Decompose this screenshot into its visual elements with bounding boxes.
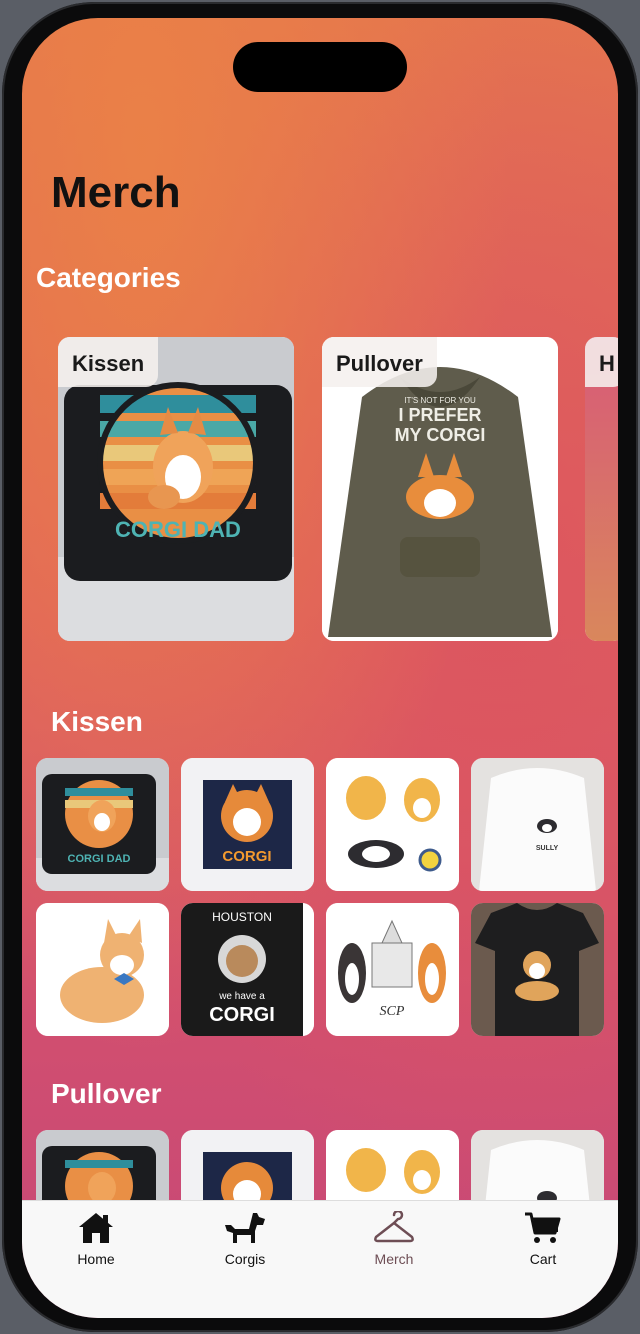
tab-cart[interactable]: Cart bbox=[483, 1211, 603, 1271]
tab-label-home: Home bbox=[77, 1251, 115, 1267]
section-title-pullover: Pullover bbox=[51, 1078, 162, 1109]
section-title-categories: Categories bbox=[36, 262, 181, 293]
hoodie-line1: IT'S NOT FOR YOU bbox=[404, 396, 476, 405]
pillow-text: CORGI DAD bbox=[115, 517, 241, 542]
tab-home[interactable]: Home bbox=[36, 1211, 156, 1271]
home-icon bbox=[79, 1213, 113, 1243]
shirt-text: SULLY bbox=[536, 845, 559, 852]
tab-label-merch: Merch bbox=[374, 1251, 414, 1267]
product-tile-shirt-black[interactable] bbox=[471, 903, 604, 1036]
tab-label-corgis: Corgis bbox=[224, 1251, 266, 1267]
pillow-thumb-text: CORGI DAD bbox=[68, 853, 131, 865]
cart-icon bbox=[525, 1212, 561, 1243]
kissen-grid: CORGI DAD CORGI SULLY HOUSTON we have a … bbox=[36, 758, 606, 1038]
scp-sticker-thumb: SCP bbox=[326, 903, 459, 1036]
black-shirt-thumb bbox=[471, 903, 604, 1036]
tab-corgis[interactable]: Corgis bbox=[185, 1211, 305, 1271]
pillow-thumb: CORGI DAD bbox=[36, 758, 169, 891]
app-screen: Merch Categories CORGI DAD Kissen IT'S N… bbox=[22, 18, 618, 1318]
pullover-grid bbox=[36, 1130, 606, 1263]
tab-label-cart: Cart bbox=[529, 1251, 557, 1267]
product-tile-stickers[interactable] bbox=[326, 758, 459, 891]
product-tile-sticker-bowtie[interactable] bbox=[36, 903, 169, 1036]
poster-thumb: CORGI bbox=[181, 758, 314, 891]
categories-carousel[interactable]: CORGI DAD Kissen IT'S NOT FOR YOU I PREF… bbox=[58, 337, 618, 641]
hanger-icon bbox=[374, 1211, 414, 1243]
houston-top-text: HOUSTON bbox=[212, 910, 272, 924]
category-label-kissen: Kissen bbox=[58, 337, 159, 387]
product-tile-poster[interactable]: CORGI bbox=[181, 758, 314, 891]
houston-mid-text: we have a bbox=[218, 991, 265, 1002]
category-card-pullover[interactable]: IT'S NOT FOR YOU I PREFER MY CORGI Pullo… bbox=[322, 337, 558, 641]
page-title: Merch bbox=[51, 168, 181, 217]
dynamic-island bbox=[233, 42, 407, 92]
section-title-kissen: Kissen bbox=[51, 706, 143, 737]
product-tile-scp-sticker[interactable]: SCP bbox=[326, 903, 459, 1036]
product-tile-houston[interactable]: HOUSTON we have a CORGI bbox=[181, 903, 314, 1036]
white-shirt-thumb: SULLY bbox=[471, 758, 604, 891]
hoodie-line2: I PREFER bbox=[398, 405, 481, 425]
poster-text: CORGI bbox=[222, 848, 271, 865]
houston-bottom-text: CORGI bbox=[209, 1004, 275, 1026]
bowtie-corgi-thumb bbox=[36, 903, 169, 1036]
scp-text: SCP bbox=[380, 1004, 405, 1019]
product-tile-shirt-white[interactable]: SULLY bbox=[471, 758, 604, 891]
tab-bar: Home Corgis Merch Cart bbox=[22, 1200, 618, 1318]
category-label-pullover: Pullover bbox=[322, 337, 437, 387]
dog-icon bbox=[225, 1213, 265, 1243]
stickers-thumb bbox=[326, 758, 459, 891]
category-label-third: H bbox=[585, 337, 618, 387]
product-tile-pillow[interactable]: CORGI DAD bbox=[36, 758, 169, 891]
tab-merch[interactable]: Merch bbox=[334, 1211, 454, 1271]
device-frame: Merch Categories CORGI DAD Kissen IT'S N… bbox=[2, 2, 638, 1332]
houston-thumb: HOUSTON we have a CORGI bbox=[181, 903, 314, 1036]
hoodie-line3: MY CORGI bbox=[395, 425, 486, 445]
category-card-kissen[interactable]: CORGI DAD Kissen bbox=[58, 337, 294, 641]
category-card-third[interactable]: H bbox=[585, 337, 618, 641]
